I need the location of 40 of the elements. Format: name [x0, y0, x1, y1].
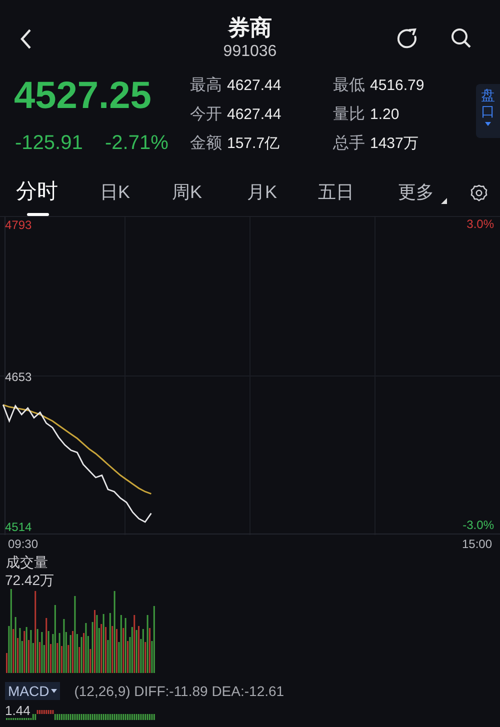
stat-value: 4516.79 [370, 76, 424, 96]
last-price: 4527.25 [14, 74, 152, 118]
price-change: -125.91 [15, 131, 83, 155]
time-label: 15:00 [462, 537, 492, 551]
stat-label: 金额 [190, 134, 222, 154]
stat-value: 157.7亿 [227, 134, 280, 154]
indicator-dropdown[interactable]: MACD [5, 682, 60, 700]
stat-label: 今开 [190, 105, 222, 125]
axis-label: 4793 [5, 218, 32, 232]
chart-tab[interactable]: 五日 [318, 172, 398, 216]
stat-value: 1437万 [370, 134, 418, 154]
percent-change: -2.71% [105, 131, 168, 155]
stat-value: 1.20 [370, 105, 400, 125]
chart-tab[interactable]: 分时 [16, 172, 100, 216]
volume-label: 成交量 [6, 553, 48, 571]
stat-label: 量比 [333, 105, 365, 125]
stat-value: 4627.44 [227, 105, 282, 125]
chart-tab[interactable]: 更多 [398, 172, 468, 216]
caret-icon [51, 689, 58, 693]
stat-label: 总手 [333, 134, 365, 154]
dropdown-icon [441, 198, 447, 204]
chart-tab[interactable]: 周K [172, 172, 247, 216]
page-title: 券商 [228, 14, 272, 42]
percent-label: -3.0% [462, 518, 494, 532]
percent-label: 3.0% [466, 217, 494, 231]
macd-axis-label: 1.44 [5, 703, 32, 718]
chart-tab[interactable]: 日K [100, 172, 172, 216]
stock-code: 991036 [223, 42, 277, 62]
chart-tab[interactable]: 月K [247, 172, 318, 216]
caret-icon [485, 122, 491, 126]
axis-label: 4514 [5, 520, 32, 534]
macd-values: (12,26,9) DIFF:-11.89 DEA:-12.61 [74, 682, 284, 700]
stat-label: 最高 [190, 76, 222, 96]
side-tab[interactable]: 盘口 [476, 84, 500, 138]
axis-label: 4653 [5, 370, 32, 384]
settings-button[interactable] [470, 184, 488, 202]
stat-value: 4627.44 [227, 76, 282, 96]
time-label: 09:30 [8, 537, 38, 551]
stat-label: 最低 [333, 76, 365, 96]
search-button[interactable] [450, 27, 472, 49]
